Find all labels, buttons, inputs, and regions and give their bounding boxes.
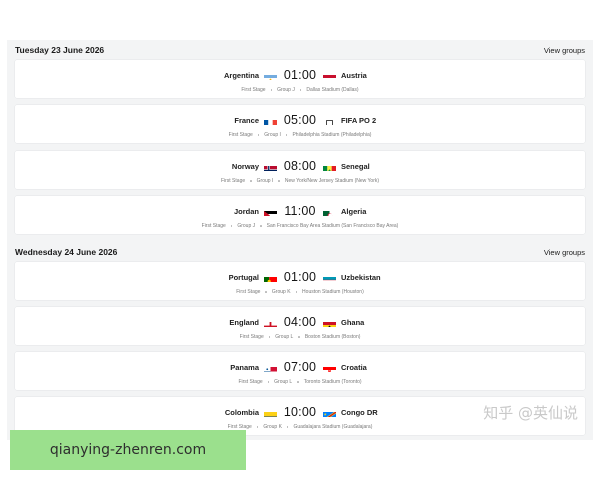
day-title: Tuesday 23 June 2026 <box>15 45 105 55</box>
jordan-flag-icon <box>264 207 277 216</box>
away-team: Senegal <box>341 161 370 171</box>
separator-dot <box>299 89 302 91</box>
home-team: Colombia <box>224 407 259 417</box>
home-team: Jordan <box>233 206 259 216</box>
away-team: Austria <box>341 70 367 80</box>
match-card[interactable]: Norway 08:00 Senegal First Stage Group I… <box>15 151 585 189</box>
separator-dot <box>230 225 233 227</box>
match-stage: First Stage <box>239 334 264 340</box>
match-card[interactable]: France 05:00 FIFA PO 2 First Stage Group… <box>15 105 585 143</box>
match-card[interactable]: Panama 07:00 Croatia First Stage Group L… <box>15 352 585 390</box>
match-card[interactable]: Argentina 01:00 Austria First Stage Grou… <box>15 60 585 98</box>
separator-dot <box>270 89 273 91</box>
match-venue: Boston Stadium (Boston) <box>304 334 361 340</box>
kickoff-time: 08:00 <box>283 159 317 173</box>
match-stage: First Stage <box>238 379 263 385</box>
home-team: Norway <box>231 161 259 171</box>
match-venue: San Francisco Bay Area Stadium (San Fran… <box>266 223 399 229</box>
away-team: Ghana <box>341 317 365 327</box>
match-stage: First Stage <box>236 289 261 295</box>
kickoff-time: 01:00 <box>283 270 317 284</box>
match-group: Group J <box>237 223 256 229</box>
match-group: Group I <box>264 132 281 138</box>
away-team: Algeria <box>341 206 367 216</box>
match-card[interactable]: England 04:00 Ghana First Stage Group L … <box>15 307 585 345</box>
home-team: England <box>229 317 259 327</box>
match-venue: Toronto Stadium (Toronto) <box>303 379 362 385</box>
senegal-flag-icon <box>323 162 336 171</box>
home-team: France <box>234 115 259 125</box>
match-stage: First Stage <box>228 132 253 138</box>
day-header: Tuesday 23 June 2026 View groups <box>7 41 593 59</box>
match-venue: Philadelphia Stadium (Philadelphia) <box>292 132 372 138</box>
zhihu-watermark: 知乎 @英仙说 <box>483 404 578 422</box>
separator-dot <box>265 291 267 293</box>
separator-dot <box>257 134 260 136</box>
argentina-flag-icon <box>264 71 277 80</box>
match-venue: Houston Stadium (Houston) <box>302 289 364 295</box>
away-team: FIFA PO 2 <box>341 115 377 125</box>
match-stage: First Stage <box>241 87 266 93</box>
match-group: Group I <box>256 178 274 184</box>
separator-dot <box>295 291 298 293</box>
panama-flag-icon <box>264 363 277 372</box>
separator-dot <box>250 180 252 182</box>
match-stage: First Stage <box>220 178 246 184</box>
ghana-flag-icon <box>323 318 336 327</box>
home-team: Panama <box>230 362 259 372</box>
away-team: Congo DR <box>341 407 378 417</box>
portugal-flag-icon <box>264 273 277 282</box>
home-team: Portugal <box>228 272 259 282</box>
match-stage: First Stage <box>201 223 226 229</box>
shield-placeholder-icon <box>323 116 336 125</box>
away-team: Croatia <box>341 362 367 372</box>
match-venue: Dallas Stadium (Dallas) <box>306 87 359 93</box>
fixtures-panel: Tuesday 23 June 2026 View groups Argenti… <box>7 40 593 440</box>
day-header: Wednesday 24 June 2026 View groups <box>7 243 593 261</box>
england-flag-icon <box>264 318 277 327</box>
match-venue: New York/New Jersey Stadium (New York) <box>284 178 380 184</box>
separator-dot <box>286 426 289 428</box>
separator-dot <box>268 336 271 338</box>
match-group: Group K <box>263 424 282 430</box>
view-groups-link[interactable]: View groups <box>544 46 585 55</box>
kickoff-time: 11:00 <box>284 204 316 218</box>
kickoff-time: 10:00 <box>283 405 317 419</box>
view-groups-link[interactable]: View groups <box>544 248 585 257</box>
uzbekistan-flag-icon <box>323 273 336 282</box>
congo-dr-flag-icon <box>323 408 336 417</box>
match-venue: Guadalajara Stadium (Guadalajara) <box>293 424 373 430</box>
match-group: Group L <box>275 334 294 340</box>
match-card[interactable]: Portugal 01:00 Uzbekistan First Stage Gr… <box>15 262 585 300</box>
kickoff-time: 07:00 <box>283 360 317 374</box>
croatia-flag-icon <box>323 363 336 372</box>
separator-dot <box>285 134 288 136</box>
away-team: Uzbekistan <box>341 272 381 282</box>
match-group: Group J <box>277 87 295 93</box>
match-group: Group K <box>271 289 291 295</box>
day-title: Wednesday 24 June 2026 <box>15 247 118 257</box>
norway-flag-icon <box>264 162 277 171</box>
austria-flag-icon <box>323 71 336 80</box>
site-url-label: qianying-zhenren.com <box>10 430 246 470</box>
match-group: Group L <box>274 379 293 385</box>
kickoff-time: 05:00 <box>283 113 317 127</box>
kickoff-time: 01:00 <box>283 68 317 82</box>
home-team: Argentina <box>223 70 259 80</box>
separator-dot <box>256 426 259 428</box>
separator-dot <box>267 381 270 383</box>
kickoff-time: 04:00 <box>283 315 317 329</box>
match-card[interactable]: Jordan 11:00 Algeria First Stage Group J… <box>15 196 585 234</box>
colombia-flag-icon <box>264 408 277 417</box>
separator-dot <box>260 225 262 227</box>
separator-dot <box>297 381 299 383</box>
separator-dot <box>298 336 300 338</box>
algeria-flag-icon <box>323 207 336 216</box>
france-flag-icon <box>264 116 277 125</box>
separator-dot <box>278 180 280 182</box>
